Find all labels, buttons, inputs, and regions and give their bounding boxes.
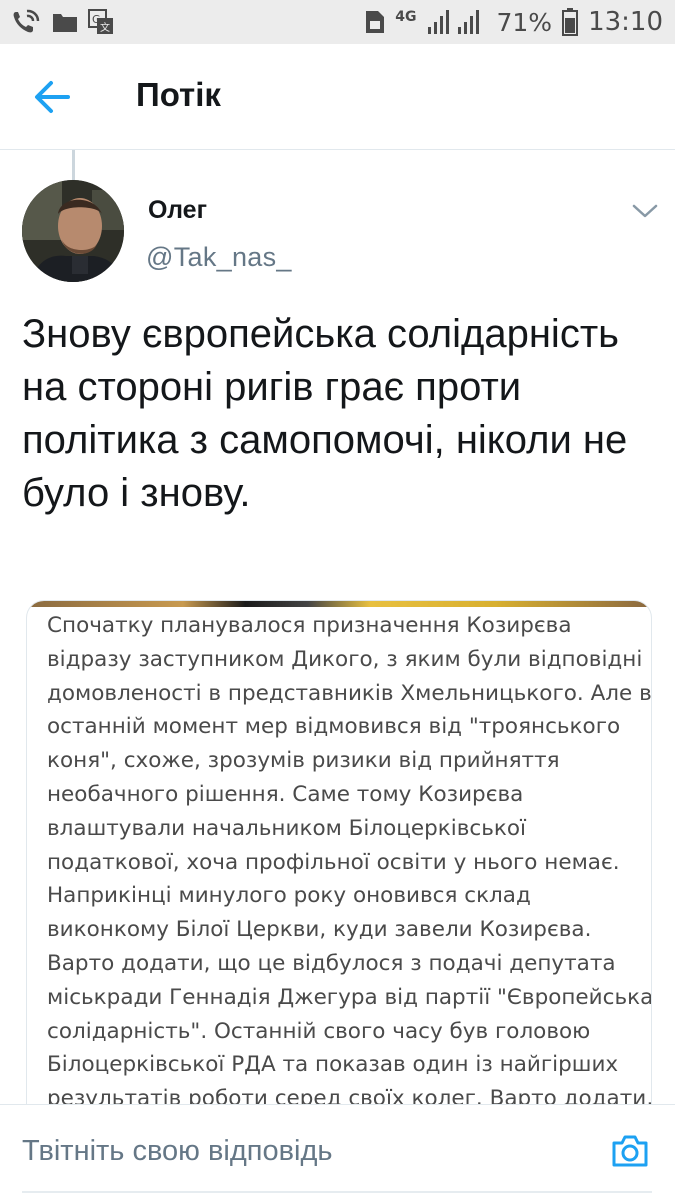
media-text-line: домовленості в представників Хмельницько…	[47, 680, 652, 706]
media-text-line: влаштували начальником Білоцерківської	[47, 815, 527, 841]
translate-icon: G 文	[88, 9, 113, 34]
phone-wifi-icon	[13, 9, 40, 33]
page-title: Потік	[136, 76, 221, 113]
chevron-down-icon[interactable]	[628, 198, 662, 224]
app-header: Потік	[0, 44, 675, 150]
thread-connector	[72, 150, 75, 180]
reply-bar: Твітніть свою відповідь	[0, 1104, 675, 1200]
media-text-line: податкової, хоча профільної освіти у ньо…	[47, 849, 620, 875]
media-text-line: Білоцерківської РДА та показав один із н…	[47, 1052, 619, 1078]
media-text-line: необачного рішення. Саме тому Козирєва	[47, 781, 524, 807]
media-text-line: міськради Геннадія Джегура від партії "Є…	[47, 984, 652, 1010]
status-bar-left: G 文	[10, 8, 114, 36]
battery-level: 71%	[496, 7, 553, 37]
media-text-line: Спочатку планувалося призначення Козирєв…	[47, 613, 572, 638]
reply-divider	[22, 1191, 652, 1193]
reply-input[interactable]: Твітніть свою відповідь	[22, 1135, 332, 1168]
media-image-strip	[27, 601, 651, 607]
media-text-line: останній момент мер відмовився від "троя…	[47, 714, 621, 740]
tweet-media[interactable]: Спочатку планувалося призначення Козирєв…	[26, 600, 652, 1140]
media-text-line: відразу заступником Дикого, з яким були …	[47, 646, 643, 672]
status-bar-right: 4G 71% 13:10	[365, 7, 663, 37]
sim-icon	[366, 11, 385, 33]
svg-text:文: 文	[100, 21, 110, 34]
signal-icon	[428, 10, 480, 34]
back-arrow-icon[interactable]	[34, 80, 70, 114]
media-text-line: Варто додати, що це відбулося з подачі д…	[47, 950, 616, 976]
camera-icon[interactable]	[610, 1131, 650, 1171]
network-type: 4G	[395, 9, 417, 25]
media-text-line: солідарність". Останній свого часу був г…	[47, 1018, 591, 1044]
folder-icon	[53, 14, 77, 32]
battery-icon	[562, 8, 579, 36]
media-text-line: коня", схоже, зрозумів ризики від прийня…	[47, 748, 560, 774]
media-text: Спочатку планувалося призначення Козирєв…	[47, 609, 652, 1116]
author-handle[interactable]: @Tak_nas_	[146, 242, 292, 273]
author-name[interactable]: Олег	[148, 196, 207, 225]
media-text-line: виконкому Білої Церкви, куди завели Кози…	[47, 917, 592, 943]
clock: 13:10	[588, 7, 663, 37]
status-bar: G 文 4G 71% 13:10	[0, 0, 675, 44]
media-text-line: Наприкінці минулого року оновився склад	[47, 883, 531, 909]
avatar[interactable]	[22, 180, 124, 282]
tweet-text: Знову європейська солідарність на сторон…	[22, 312, 628, 515]
